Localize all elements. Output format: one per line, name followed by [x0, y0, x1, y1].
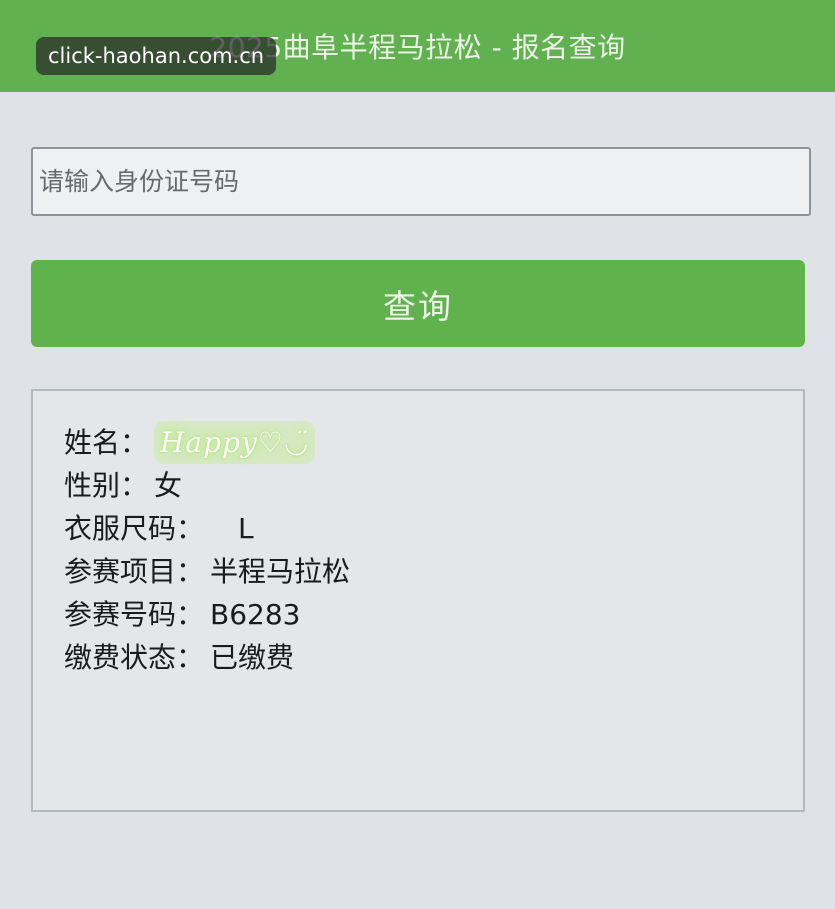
gender-label: 性别： — [64, 469, 149, 502]
shirt-size-value: L — [238, 512, 254, 545]
site-watermark: click-haohan.com.cn — [36, 37, 277, 75]
name-label: 姓名： — [64, 426, 149, 459]
name-value: Happy♡◡̈ — [154, 421, 316, 464]
bib-number-value: B6283 — [210, 598, 301, 631]
shirt-size-label: 衣服尺码： — [64, 512, 205, 545]
result-row-shirt-size: 衣服尺码： L — [64, 507, 350, 550]
id-number-input[interactable] — [31, 147, 811, 216]
query-button[interactable]: 查询 — [31, 260, 805, 347]
result-row-name: 姓名： Happy♡◡̈ — [64, 421, 350, 464]
payment-status-value: 已缴费 — [210, 641, 295, 674]
result-row-gender: 性别：女 — [64, 464, 350, 507]
bib-number-label: 参赛号码： — [64, 598, 205, 631]
gender-value: 女 — [154, 469, 183, 502]
event-label: 参赛项目： — [64, 555, 205, 588]
payment-status-label: 缴费状态： — [64, 641, 205, 674]
app-header: 2025曲阜半程马拉松 - 报名查询 click-haohan.com.cn — [0, 0, 835, 92]
result-row-event: 参赛项目： 半程马拉松 — [64, 550, 350, 593]
result-row-bib-number: 参赛号码： B6283 — [64, 593, 350, 636]
event-value: 半程马拉松 — [210, 555, 351, 588]
result-row-payment-status: 缴费状态： 已缴费 — [64, 636, 350, 679]
result-list: 姓名： Happy♡◡̈ 性别：女 衣服尺码： L 参赛项目： 半程马拉松 参赛号码：… — [64, 421, 350, 679]
result-panel: 姓名： Happy♡◡̈ 性别：女 衣服尺码： L 参赛项目： 半程马拉松 参赛号码：… — [31, 389, 805, 812]
